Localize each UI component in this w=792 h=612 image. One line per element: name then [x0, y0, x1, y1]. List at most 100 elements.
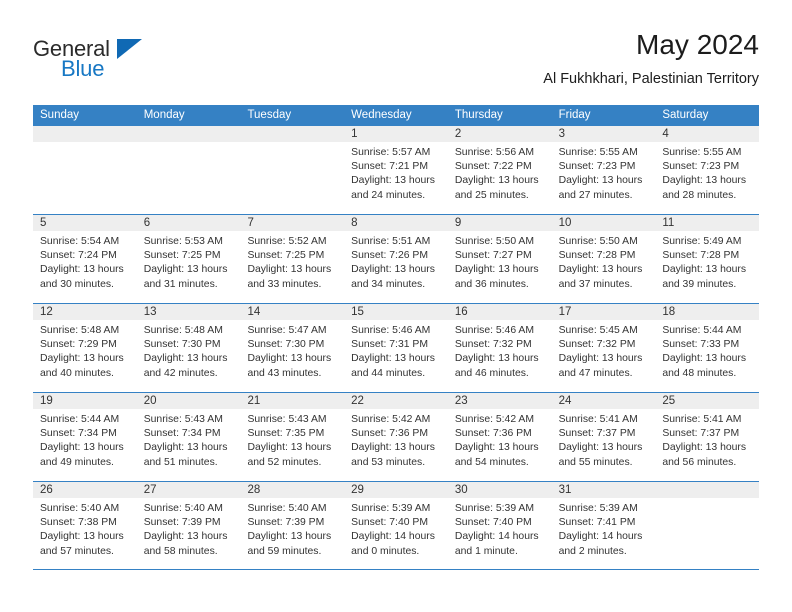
day-sun-info: Sunrise: 5:40 AM Sunset: 7:39 PM Daylight:… — [240, 498, 344, 559]
daylight-text-line2: and 43 minutes. — [247, 367, 322, 379]
daylight-text-line1: Daylight: 13 hours — [662, 353, 747, 365]
day-number: 11 — [655, 215, 760, 231]
day-number: 19 — [33, 393, 137, 409]
daylight-text-line1: Daylight: 13 hours — [143, 442, 228, 454]
daylight-text-line1: Daylight: 13 hours — [454, 264, 539, 276]
calendar-day-cell[interactable]: 5 Sunrise: 5:54 AM Sunset: 7:24 PM Daylight… — [33, 215, 137, 303]
sunrise-text: Sunrise: 5:49 AM — [662, 236, 742, 247]
calendar-day-cell[interactable]: 7 Sunrise: 5:52 AM Sunset: 7:25 PM Daylight… — [240, 215, 345, 303]
daylight-text-line2: and 25 minutes. — [454, 189, 529, 201]
sunrise-text: Sunrise: 5:44 AM — [40, 414, 120, 425]
day-number: 25 — [655, 393, 760, 409]
calendar-day-cell[interactable]: 2 Sunrise: 5:56 AM Sunset: 7:22 PM Daylight… — [447, 126, 552, 214]
sunset-text: Sunset: 7:39 PM — [143, 517, 221, 529]
daylight-text-line2: and 57 minutes. — [40, 545, 114, 557]
calendar-day-cell[interactable]: 17 Sunrise: 5:45 AM Sunset: 7:32 PM Dayligh… — [551, 304, 656, 392]
calendar-day-cell[interactable]: 15 Sunrise: 5:46 AM Sunset: 7:31 PM Dayligh… — [344, 304, 448, 392]
day-number: 22 — [344, 393, 448, 409]
sunrise-text: Sunrise: 5:46 AM — [454, 325, 535, 336]
calendar-day-cell[interactable]: 22 Sunrise: 5:42 AM Sunset: 7:36 PM Dayligh… — [344, 393, 448, 481]
logo-word-blue: Blue — [61, 56, 105, 81]
calendar-day-cell[interactable]: 12 Sunrise: 5:48 AM Sunset: 7:29 PM Dayligh… — [33, 304, 137, 392]
calendar-day-cell[interactable]: 26 Sunrise: 5:40 AM Sunset: 7:38 PM Dayligh… — [33, 482, 137, 569]
day-sun-info: Sunrise: 5:44 AM Sunset: 7:33 PM Daylight:… — [655, 320, 759, 381]
sunrise-text: Sunrise: 5:39 AM — [454, 503, 535, 514]
calendar-day-cell[interactable]: 18 Sunrise: 5:44 AM Sunset: 7:33 PM Dayligh… — [655, 304, 760, 392]
calendar-day-cell[interactable]: 28 Sunrise: 5:40 AM Sunset: 7:39 PM Dayligh… — [240, 482, 345, 569]
calendar-day-cell[interactable]: 13 Sunrise: 5:48 AM Sunset: 7:30 PM Dayligh… — [136, 304, 241, 392]
day-number: 5 — [33, 215, 137, 231]
daylight-text-line2: and 48 minutes. — [662, 367, 737, 379]
sunrise-text: Sunrise: 5:45 AM — [558, 325, 638, 336]
day-sun-info: Sunrise: 5:48 AM Sunset: 7:29 PM Daylight:… — [33, 320, 137, 381]
daylight-text-line2: and 51 minutes. — [143, 456, 218, 468]
calendar-day-cell[interactable]: 24 Sunrise: 5:41 AM Sunset: 7:37 PM Dayligh… — [551, 393, 656, 481]
sunset-text: Sunset: 7:40 PM — [454, 517, 532, 529]
day-number: 24 — [551, 393, 656, 409]
calendar-day-cell[interactable]: 19 Sunrise: 5:44 AM Sunset: 7:34 PM Dayligh… — [33, 393, 137, 481]
day-sun-info: Sunrise: 5:47 AM Sunset: 7:30 PM Daylight:… — [240, 320, 344, 381]
calendar-day-cell-empty — [240, 126, 345, 214]
calendar-day-cell[interactable]: 10 Sunrise: 5:50 AM Sunset: 7:28 PM Dayligh… — [551, 215, 656, 303]
calendar-day-cell[interactable]: 31 Sunrise: 5:39 AM Sunset: 7:41 PM Dayligh… — [551, 482, 656, 569]
day-number: 26 — [33, 482, 137, 498]
calendar-weeks: 1 Sunrise: 5:57 AM Sunset: 7:21 PM Daylight… — [33, 125, 760, 570]
calendar-day-cell[interactable]: 4 Sunrise: 5:55 AM Sunset: 7:23 PM Daylight… — [655, 126, 760, 214]
sunrise-text: Sunrise: 5:52 AM — [247, 236, 327, 247]
calendar-day-cell[interactable]: 6 Sunrise: 5:53 AM Sunset: 7:25 PM Daylight… — [136, 215, 241, 303]
sunrise-text: Sunrise: 5:40 AM — [143, 503, 223, 514]
daylight-text-line2: and 37 minutes. — [558, 278, 633, 290]
weekday-header-row: Sunday Monday Tuesday Wednesday Thursday… — [33, 105, 759, 125]
day-number: 23 — [447, 393, 552, 409]
calendar-day-cell[interactable]: 11 Sunrise: 5:49 AM Sunset: 7:28 PM Dayligh… — [655, 215, 760, 303]
generalblue-logo[interactable]: General Blue — [33, 36, 213, 88]
calendar-day-cell[interactable]: 16 Sunrise: 5:46 AM Sunset: 7:32 PM Dayligh… — [447, 304, 552, 392]
calendar-day-cell[interactable]: 27 Sunrise: 5:40 AM Sunset: 7:39 PM Dayligh… — [136, 482, 241, 569]
daylight-text-line2: and 24 minutes. — [351, 189, 426, 201]
sunrise-text: Sunrise: 5:55 AM — [662, 147, 742, 158]
calendar-week-row: 5 Sunrise: 5:54 AM Sunset: 7:24 PM Daylight… — [33, 214, 760, 303]
daylight-text-line2: and 52 minutes. — [247, 456, 322, 468]
daylight-text-line1: Daylight: 13 hours — [662, 442, 747, 454]
calendar-day-cell[interactable]: 3 Sunrise: 5:55 AM Sunset: 7:23 PM Daylight… — [551, 126, 656, 214]
daylight-text-line1: Daylight: 13 hours — [558, 175, 643, 187]
day-number: 20 — [136, 393, 241, 409]
sunset-text: Sunset: 7:40 PM — [351, 517, 428, 529]
calendar-day-cell[interactable]: 8 Sunrise: 5:51 AM Sunset: 7:26 PM Daylight… — [344, 215, 448, 303]
daylight-text-line2: and 36 minutes. — [454, 278, 529, 290]
calendar-day-cell[interactable]: 14 Sunrise: 5:47 AM Sunset: 7:30 PM Dayligh… — [240, 304, 345, 392]
sunset-text: Sunset: 7:36 PM — [351, 428, 428, 440]
day-number: 8 — [344, 215, 448, 231]
daylight-text-line2: and 44 minutes. — [351, 367, 426, 379]
day-sun-info: Sunrise: 5:41 AM Sunset: 7:37 PM Daylight:… — [552, 409, 656, 470]
daylight-text-line1: Daylight: 13 hours — [454, 442, 539, 454]
daylight-text-line2: and 47 minutes. — [558, 367, 633, 379]
sunrise-text: Sunrise: 5:41 AM — [558, 414, 638, 425]
day-number: 9 — [447, 215, 552, 231]
calendar-day-cell[interactable]: 9 Sunrise: 5:50 AM Sunset: 7:27 PM Daylight… — [447, 215, 552, 303]
daylight-text-line1: Daylight: 13 hours — [247, 353, 332, 365]
calendar-day-cell[interactable]: 21 Sunrise: 5:43 AM Sunset: 7:35 PM Dayligh… — [240, 393, 345, 481]
sunrise-text: Sunrise: 5:39 AM — [351, 503, 431, 514]
day-number: 21 — [240, 393, 345, 409]
page-title: May 2024 — [636, 29, 759, 60]
sunset-text: Sunset: 7:26 PM — [351, 250, 428, 262]
sunset-text: Sunset: 7:31 PM — [351, 339, 428, 351]
calendar-day-cell[interactable]: 23 Sunrise: 5:42 AM Sunset: 7:36 PM Dayligh… — [447, 393, 552, 481]
calendar-day-cell[interactable]: 1 Sunrise: 5:57 AM Sunset: 7:21 PM Daylight… — [344, 126, 448, 214]
day-sun-info: Sunrise: 5:51 AM Sunset: 7:26 PM Daylight:… — [344, 231, 448, 292]
day-sun-info: Sunrise: 5:46 AM Sunset: 7:32 PM Daylight:… — [448, 320, 552, 381]
day-number: 7 — [240, 215, 345, 231]
calendar-day-cell[interactable]: 29 Sunrise: 5:39 AM Sunset: 7:40 PM Dayligh… — [344, 482, 448, 569]
day-number: 16 — [447, 304, 552, 320]
calendar-week-row: 26 Sunrise: 5:40 AM Sunset: 7:38 PM Dayligh… — [33, 481, 760, 570]
day-sun-info: Sunrise: 5:43 AM Sunset: 7:34 PM Daylight:… — [137, 409, 241, 470]
daylight-text-line2: and 34 minutes. — [351, 278, 426, 290]
calendar-day-cell[interactable]: 30 Sunrise: 5:39 AM Sunset: 7:40 PM Dayligh… — [447, 482, 552, 569]
sunrise-text: Sunrise: 5:39 AM — [558, 503, 638, 514]
sunset-text: Sunset: 7:32 PM — [558, 339, 636, 351]
day-sun-info: Sunrise: 5:55 AM Sunset: 7:23 PM Daylight:… — [552, 142, 656, 203]
calendar-day-cell[interactable]: 20 Sunrise: 5:43 AM Sunset: 7:34 PM Dayligh… — [136, 393, 241, 481]
calendar-day-cell[interactable]: 25 Sunrise: 5:41 AM Sunset: 7:37 PM Dayligh… — [655, 393, 760, 481]
day-sun-info: Sunrise: 5:42 AM Sunset: 7:36 PM Daylight:… — [344, 409, 448, 470]
